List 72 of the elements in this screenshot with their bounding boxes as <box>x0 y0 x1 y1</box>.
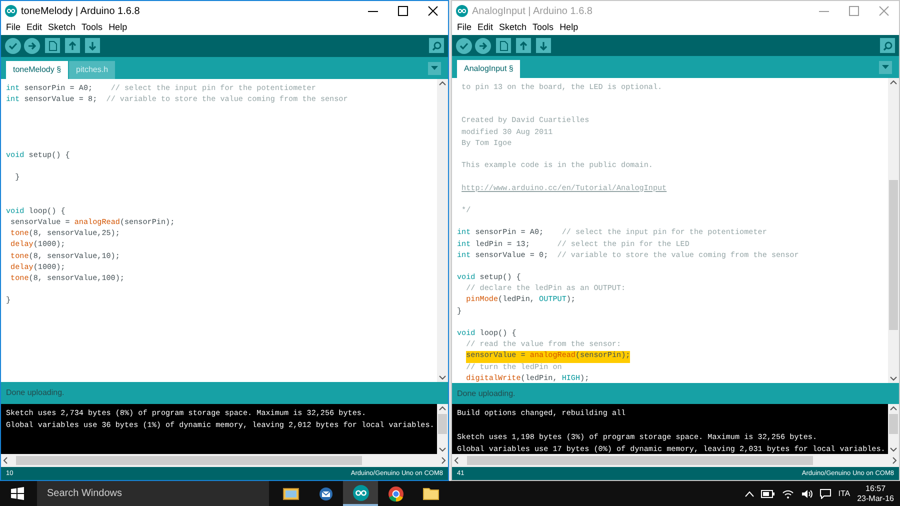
status-message: Done uploading. <box>452 382 899 404</box>
down-arrow-icon <box>88 40 97 51</box>
arduino-logo-icon <box>456 5 468 17</box>
wifi-icon[interactable] <box>782 488 794 498</box>
arduino-logo-icon <box>352 484 368 500</box>
menu-item[interactable]: Sketch <box>45 21 79 35</box>
file-tab[interactable]: AnalogInput § <box>457 60 520 78</box>
maximize-icon <box>398 6 408 16</box>
arduino-logo-icon <box>5 5 17 17</box>
scrollbar[interactable] <box>437 404 448 454</box>
maximize-icon <box>849 6 859 16</box>
clock-date[interactable]: 23-Mar-16 <box>857 494 894 504</box>
menu-item[interactable]: Help <box>106 21 130 35</box>
menu-item[interactable]: Tools <box>530 21 557 35</box>
tab-menu-button[interactable] <box>428 62 441 75</box>
caret-icon <box>882 65 889 70</box>
window-title: toneMelody | Arduino 1.6.8 <box>21 4 140 18</box>
envelope-icon <box>318 486 334 500</box>
right-arrow-icon <box>478 40 488 51</box>
caret-icon <box>431 66 438 70</box>
verify-button[interactable] <box>5 38 21 54</box>
scrollbar[interactable] <box>888 78 899 383</box>
upload-button[interactable] <box>475 38 491 54</box>
menu-item[interactable]: File <box>3 21 24 35</box>
file-tab[interactable]: toneMelody § <box>6 60 68 79</box>
menu-item[interactable]: Edit <box>474 21 496 35</box>
chevron-up-icon[interactable] <box>745 490 754 496</box>
save-button[interactable] <box>85 38 100 54</box>
windows-logo-icon <box>11 487 24 500</box>
status-message: Done uploading. <box>1 382 448 404</box>
open-button[interactable] <box>65 38 80 54</box>
menu-item[interactable]: Edit <box>24 21 46 35</box>
menu-item[interactable]: Tools <box>78 21 106 35</box>
taskbar-app[interactable] <box>343 481 378 506</box>
document-icon <box>48 40 56 51</box>
search-field[interactable]: Search Windows <box>37 481 269 506</box>
serial-monitor-button[interactable] <box>880 38 895 54</box>
language-indicator[interactable]: ITA <box>838 488 850 500</box>
serial-monitor-button[interactable] <box>429 38 444 54</box>
down-arrow-icon <box>539 40 548 51</box>
new-button[interactable] <box>45 38 60 54</box>
clock-time[interactable]: 16:57 <box>866 484 886 494</box>
menu-item[interactable]: Help <box>556 21 582 35</box>
tab-menu-button[interactable] <box>879 60 892 74</box>
scrollbar[interactable] <box>437 78 448 382</box>
photos-icon <box>282 486 298 500</box>
up-arrow-icon <box>519 40 528 51</box>
up-arrow-icon <box>68 40 77 51</box>
close-icon <box>879 6 889 16</box>
verify-button[interactable] <box>456 38 472 54</box>
save-button[interactable] <box>536 38 551 54</box>
menu-item[interactable]: File <box>454 21 475 35</box>
check-icon <box>8 40 18 51</box>
battery-icon[interactable] <box>761 490 776 498</box>
close-icon <box>428 6 438 16</box>
check-icon <box>459 40 469 51</box>
new-button[interactable] <box>496 38 511 54</box>
search-icon <box>882 40 892 51</box>
browser-icon <box>388 486 404 502</box>
search-icon <box>432 40 442 51</box>
speaker-icon[interactable] <box>801 488 814 498</box>
message-icon[interactable] <box>820 488 832 498</box>
scrollbar[interactable] <box>888 404 899 454</box>
open-button[interactable] <box>516 38 531 54</box>
menu-item[interactable]: Sketch <box>496 21 530 35</box>
document-icon <box>500 40 508 51</box>
folder-icon <box>422 487 438 500</box>
right-arrow-icon <box>27 40 37 51</box>
upload-button[interactable] <box>24 38 40 54</box>
window-title: AnalogInput | Arduino 1.6.8 <box>472 4 592 18</box>
scrollbar[interactable] <box>1 454 448 468</box>
scrollbar[interactable] <box>452 454 899 468</box>
